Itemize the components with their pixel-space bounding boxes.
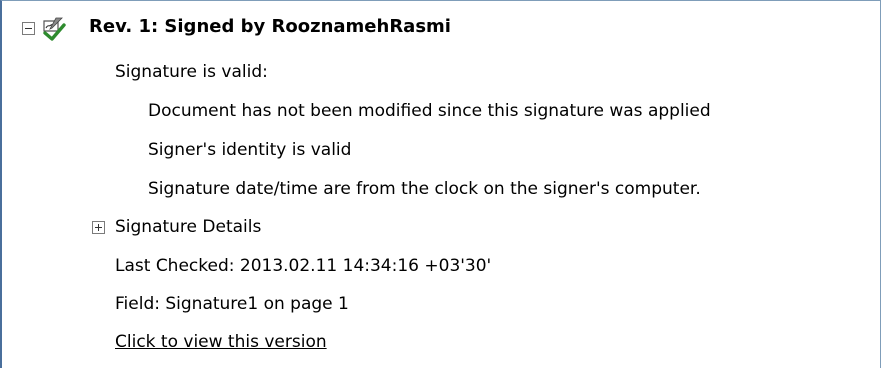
- check-signature-time: Signature date/time are from the clock o…: [148, 179, 701, 199]
- revision-title[interactable]: Rev. 1: Signed by RooznamehRasmi: [89, 15, 451, 39]
- signature-status: Signature is valid:: [115, 62, 268, 82]
- signature-details-label[interactable]: Signature Details: [115, 215, 261, 239]
- signature-valid-icon: [43, 17, 66, 41]
- check-not-modified: Document has not been modified since thi…: [148, 101, 711, 121]
- signature-panel: Rev. 1: Signed by RooznamehRasmi Signatu…: [0, 0, 881, 368]
- last-checked-text: Last Checked: 2013.02.11 14:34:16 +03'30…: [115, 256, 492, 276]
- check-identity-valid: Signer's identity is valid: [148, 140, 352, 160]
- view-version-link[interactable]: Click to view this version: [115, 330, 327, 354]
- field-info-text: Field: Signature1 on page 1: [115, 294, 349, 314]
- expand-icon[interactable]: [92, 221, 105, 234]
- collapse-icon[interactable]: [22, 22, 35, 35]
